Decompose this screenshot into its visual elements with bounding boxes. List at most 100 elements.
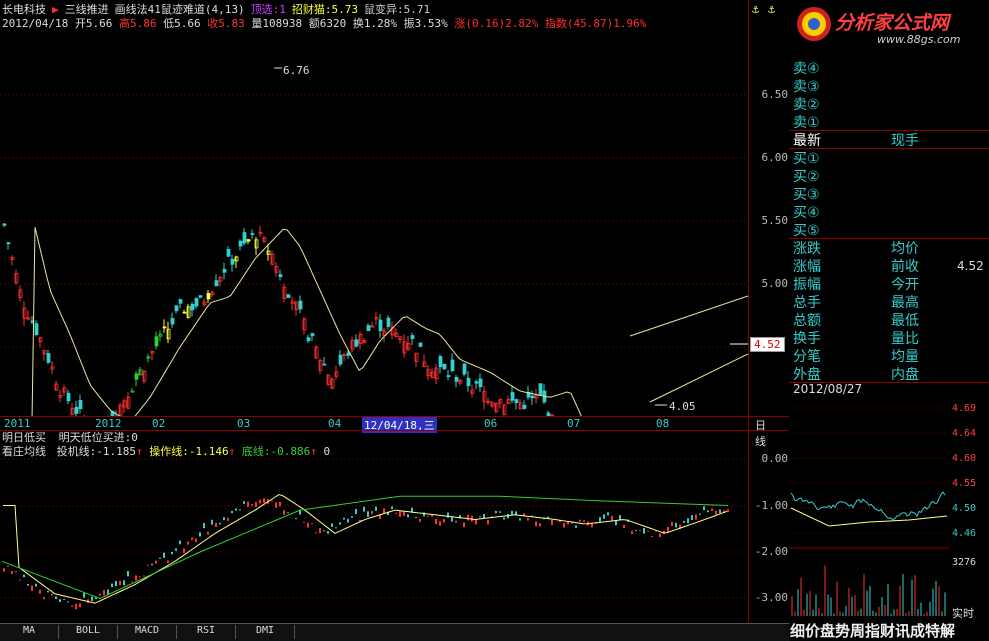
indicator-bar bbox=[683, 520, 685, 523]
indicator-bar bbox=[247, 501, 249, 507]
indicator-bar bbox=[119, 580, 121, 586]
tab-rsi[interactable]: RSI bbox=[177, 625, 236, 639]
quote-index: 指数(45.87)1.96% bbox=[544, 17, 647, 30]
indicator-bar bbox=[255, 502, 257, 507]
candle-body bbox=[222, 268, 227, 273]
indicator-bar bbox=[59, 599, 61, 602]
indicator-bar bbox=[203, 523, 205, 529]
indicator-bar bbox=[639, 529, 641, 531]
indicator-bar bbox=[243, 501, 245, 504]
buy-2: 买② bbox=[793, 169, 820, 185]
indicator-bar bbox=[219, 522, 221, 525]
candle-body bbox=[174, 305, 179, 312]
candle-body bbox=[454, 376, 459, 382]
indicator-bar bbox=[643, 528, 645, 534]
quote-volume: 量108938 bbox=[251, 17, 303, 30]
indicator-bar bbox=[279, 501, 281, 507]
indicator-bar bbox=[75, 603, 77, 610]
candle-body bbox=[466, 377, 471, 387]
indicator-bar bbox=[659, 533, 661, 538]
logo-icon bbox=[797, 7, 831, 41]
indicator-bar bbox=[319, 527, 321, 534]
anchor-icon[interactable]: ⚓ bbox=[768, 2, 775, 16]
indicator-bar bbox=[211, 519, 213, 525]
indicator-bar bbox=[123, 580, 125, 586]
indicator-bar bbox=[227, 517, 229, 521]
candlestick-chart[interactable] bbox=[0, 0, 748, 416]
stat-label: 涨跌 bbox=[793, 241, 821, 257]
sub2-indicator-name[interactable]: 看庄均线 bbox=[2, 445, 46, 458]
candle-body bbox=[74, 407, 79, 414]
sub-y-tick: -1.00 bbox=[754, 499, 788, 512]
candle-body bbox=[338, 354, 343, 365]
indicator-bar bbox=[51, 593, 53, 596]
candle-body bbox=[386, 317, 391, 327]
indicator-bar bbox=[407, 514, 409, 518]
mini-tick: 4.69 bbox=[952, 403, 977, 414]
tab-dmi[interactable]: DMI bbox=[236, 625, 295, 639]
candle-body bbox=[170, 317, 175, 325]
stat-label: 振幅 bbox=[793, 277, 821, 293]
indicator-bar bbox=[131, 581, 133, 583]
candle-body bbox=[134, 373, 139, 380]
candle-body bbox=[214, 280, 219, 287]
indicator-bar bbox=[487, 520, 489, 525]
indicator-bar bbox=[699, 513, 701, 515]
indicator-bar bbox=[563, 523, 565, 528]
bottom-nav-text[interactable]: 细价盘势周指财讯成特解 bbox=[790, 620, 955, 641]
mini-tick: 4.50 bbox=[952, 503, 977, 514]
quote-open: 开5.66 bbox=[74, 17, 113, 30]
indicator-bar bbox=[395, 512, 397, 514]
x-label: 08 bbox=[656, 417, 670, 430]
indicator-bar bbox=[183, 548, 185, 553]
indicator-bar bbox=[15, 571, 17, 573]
indicator-bar bbox=[43, 597, 45, 600]
y-tick-500: 5.00 bbox=[761, 277, 789, 290]
buy-3: 买③ bbox=[793, 187, 820, 203]
candle-body bbox=[286, 294, 291, 298]
tab-macd[interactable]: MACD bbox=[118, 625, 177, 639]
candle-body bbox=[154, 336, 159, 347]
indicator-bar bbox=[351, 516, 353, 518]
indicator-bar bbox=[527, 517, 529, 521]
stat-label: 最低 bbox=[891, 313, 919, 329]
y-tick-650: 6.50 bbox=[761, 88, 789, 101]
realtime-label[interactable]: 实时 bbox=[952, 605, 974, 621]
indicator-bar bbox=[427, 515, 429, 517]
candle-body bbox=[190, 303, 195, 311]
stat-label: 换手 bbox=[793, 331, 821, 347]
quote-amount: 额6320 bbox=[308, 17, 347, 30]
indicator-bar bbox=[307, 522, 309, 528]
indicator-bar bbox=[675, 522, 677, 528]
main-chart[interactable] bbox=[0, 0, 748, 416]
indicator-bar bbox=[235, 508, 237, 511]
buy-1: 买① bbox=[793, 151, 820, 167]
indicator-bar bbox=[151, 563, 153, 566]
indicator-bar bbox=[575, 525, 577, 528]
last-price-marker: 4.52 bbox=[750, 337, 785, 352]
indicator-bar bbox=[83, 592, 85, 598]
indicator-bar bbox=[455, 520, 457, 523]
candle-body bbox=[250, 233, 255, 235]
indicator-bar bbox=[171, 551, 173, 555]
divider bbox=[0, 416, 790, 417]
indicator-bar bbox=[391, 506, 393, 510]
mini-tick: 4.60 bbox=[952, 453, 977, 464]
indicator-bar bbox=[651, 536, 653, 538]
candle-body bbox=[410, 335, 415, 339]
indicator-bar bbox=[483, 513, 485, 519]
indicator-bar bbox=[103, 589, 105, 596]
buy-5: 买⑤ bbox=[793, 223, 820, 239]
period-label[interactable]: 日线 bbox=[755, 417, 766, 449]
indicator-bar bbox=[439, 521, 441, 526]
anchor-icon[interactable]: ⚓ bbox=[752, 2, 759, 16]
indicator-bar bbox=[3, 568, 5, 572]
indicator-bar bbox=[443, 519, 445, 523]
indicator-bar bbox=[647, 530, 649, 532]
tab-boll[interactable]: BOLL bbox=[59, 625, 118, 639]
indicator-bar bbox=[147, 564, 149, 566]
stat-label: 今开 bbox=[891, 277, 919, 293]
tab-ma[interactable]: MA bbox=[0, 625, 59, 639]
indicator-bar bbox=[415, 516, 417, 518]
indicator-bar bbox=[275, 502, 277, 508]
